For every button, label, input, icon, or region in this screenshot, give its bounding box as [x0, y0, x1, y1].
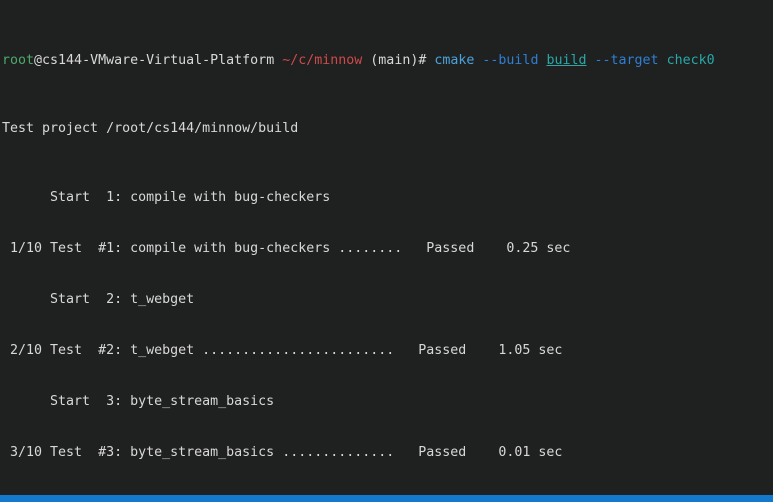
output-start-3: Start 3: byte_stream_basics: [2, 394, 275, 410]
output-test-project: Test project /root/cs144/minnow/build: [2, 121, 299, 137]
prompt-line-command: root@cs144-VMware-Virtual-Platform ~/c/m…: [2, 52, 771, 69]
output-start-2: Start 2: t_webget: [2, 291, 195, 307]
output-result-1: 1/10 Test #1: compile with bug-checkers …: [2, 240, 571, 256]
terminal-screen[interactable]: root@cs144-VMware-Virtual-Platform ~/c/m…: [2, 1, 771, 502]
cmd-space-3: [587, 53, 595, 68]
output-start-1: Start 1: compile with bug-checkers: [2, 189, 331, 205]
cmd-space-4: [659, 53, 667, 68]
prompt-user: root: [2, 53, 35, 69]
output-result-3: 3/10 Test #3: byte_stream_basics .......…: [2, 445, 563, 461]
command-arg-target: check0: [666, 53, 715, 69]
command-flag-build: --build: [482, 53, 539, 69]
prompt-host: @cs144-VMware-Virtual-Platform: [34, 53, 275, 69]
output-result-2: 2/10 Test #2: t_webget .................…: [2, 342, 563, 358]
prompt-branch: (main)#: [370, 53, 427, 69]
command-flag-target: --target: [594, 53, 659, 69]
command-arg-build: build: [546, 53, 587, 69]
terminal-window[interactable]: root@cs144-VMware-Virtual-Platform ~/c/m…: [0, 0, 773, 502]
status-bar: [0, 495, 773, 502]
command-name: cmake: [434, 53, 475, 69]
prompt-cwd: ~/c/minnow: [282, 53, 363, 69]
